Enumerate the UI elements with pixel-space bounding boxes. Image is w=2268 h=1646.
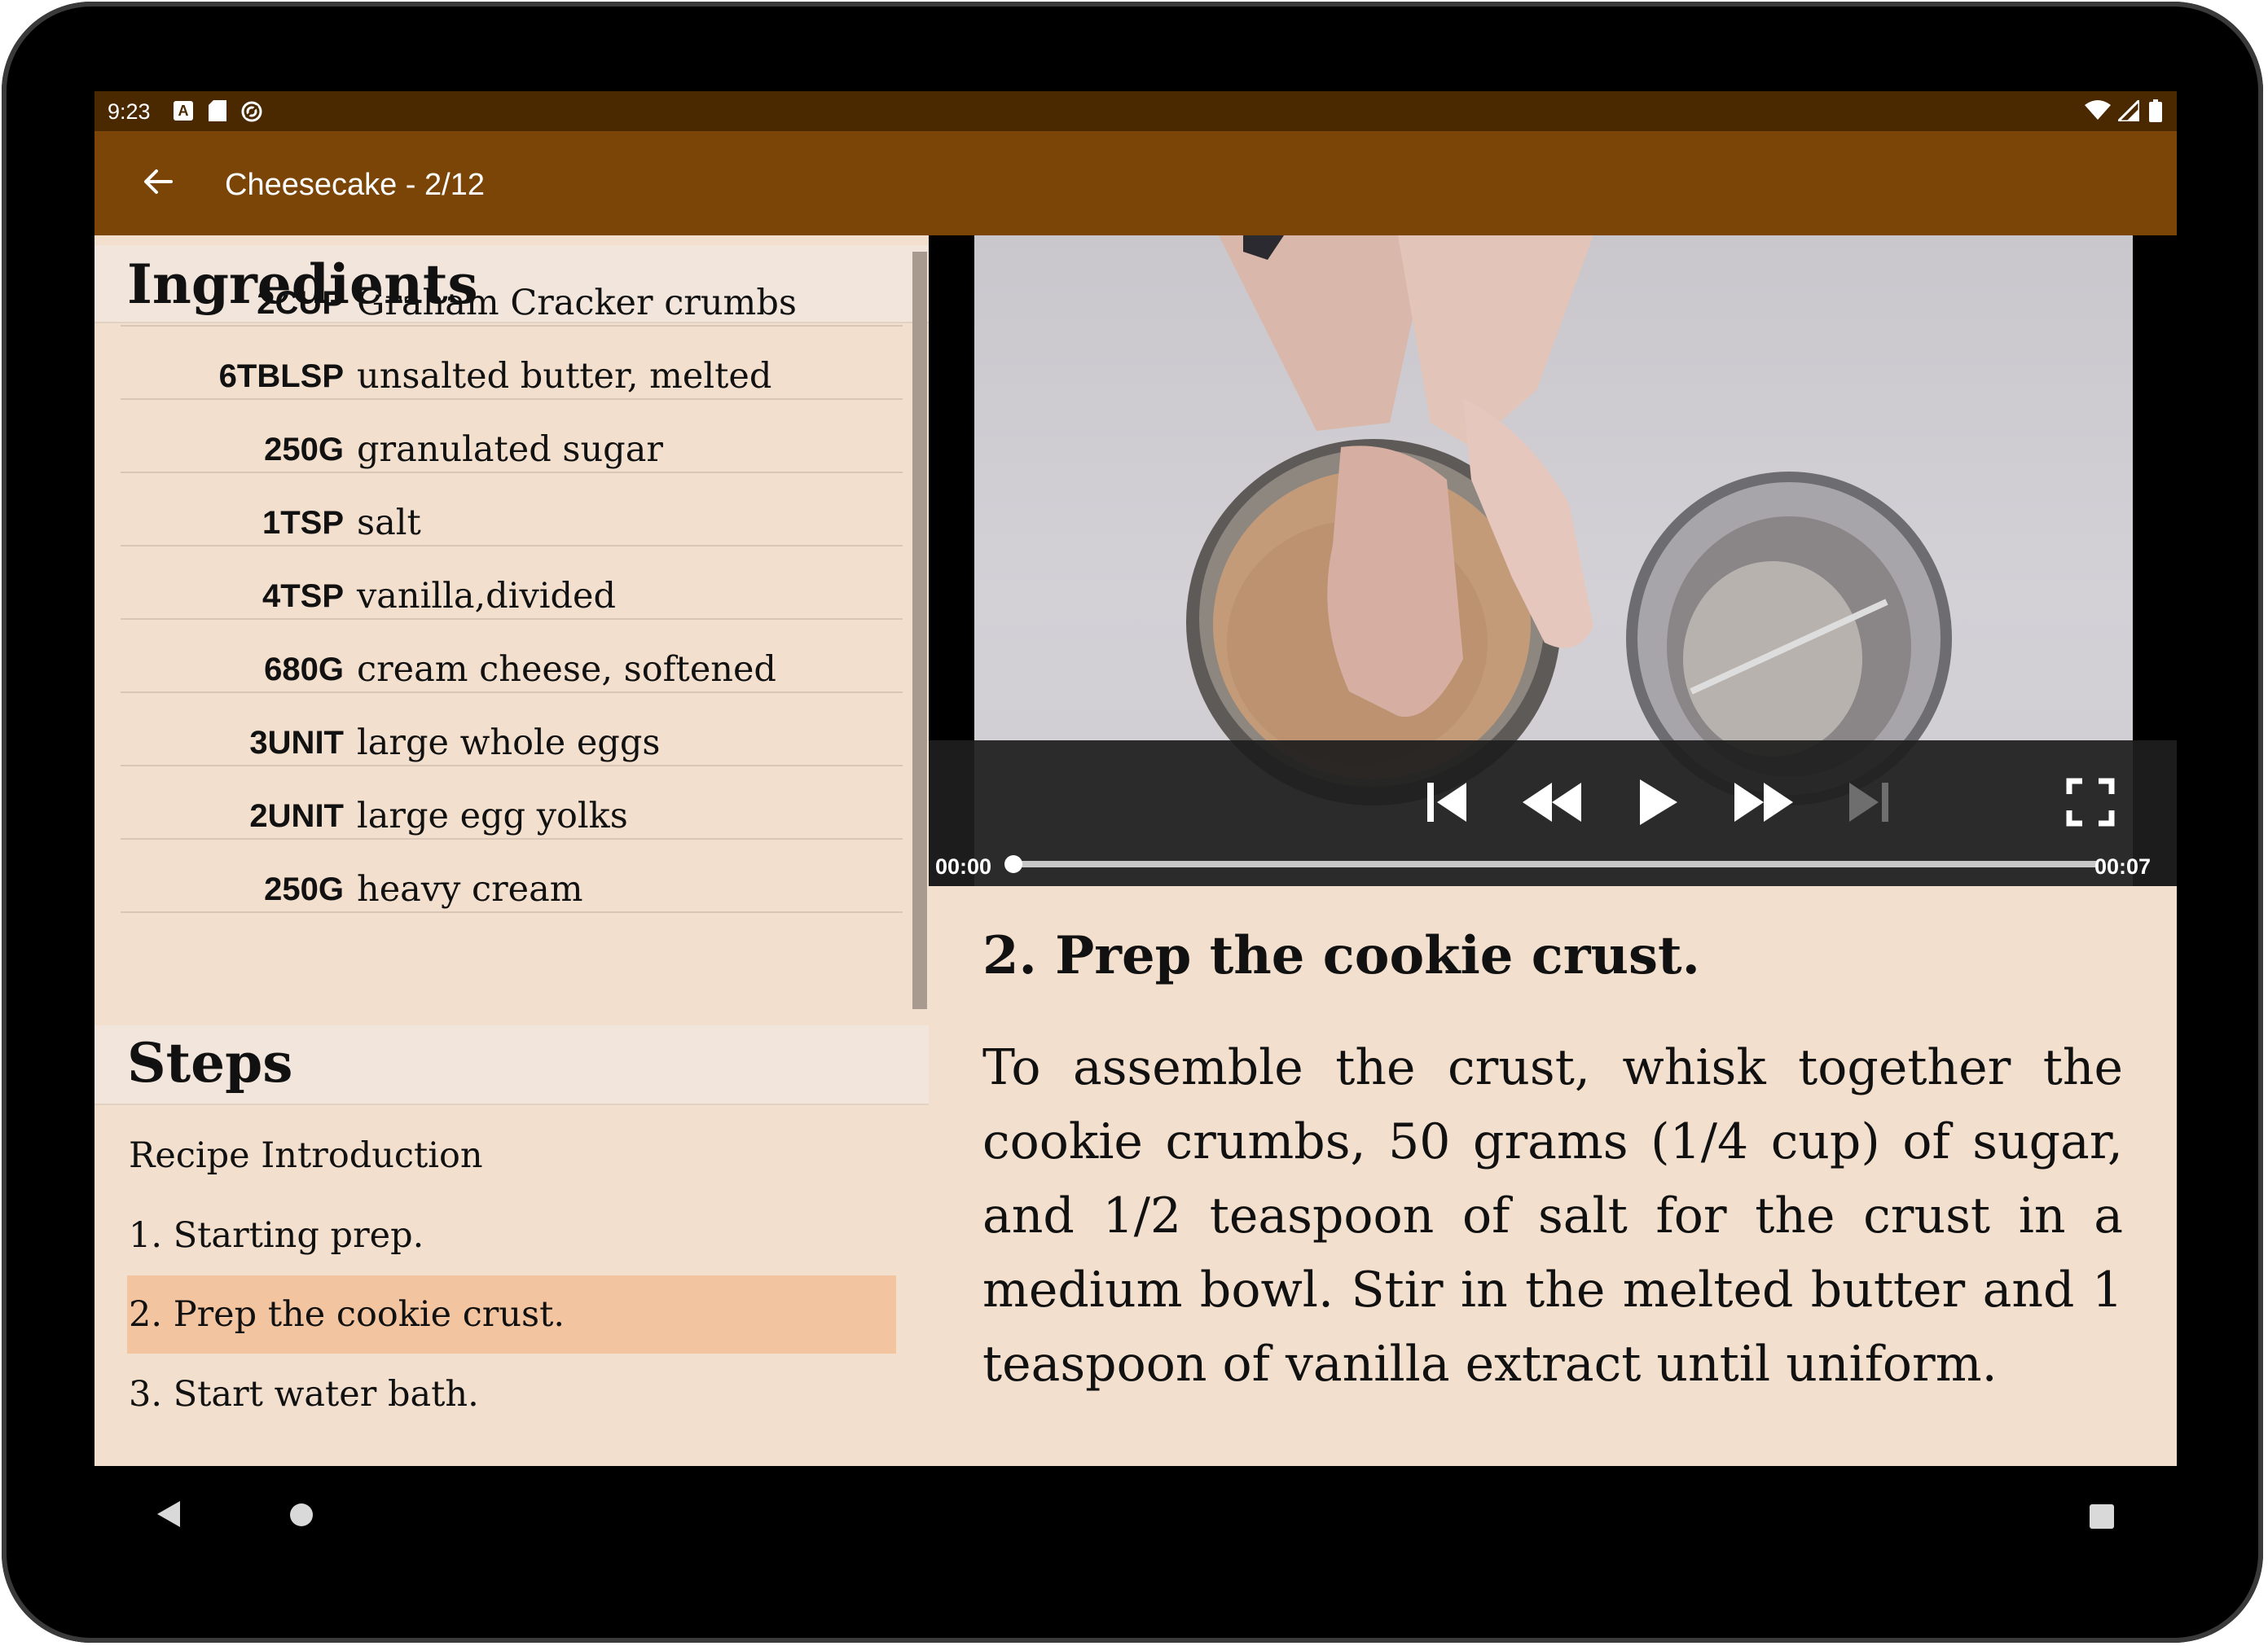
step-item-2-selected[interactable]: 2. Prep the cookie crust.	[127, 1275, 896, 1354]
current-time: 00:00	[935, 854, 992, 879]
ingredient-row: 6TBLSP unsalted butter, melted	[121, 327, 903, 400]
ingredient-row: 1TSP salt	[121, 473, 903, 546]
ingredient-row: 250G granulated sugar	[121, 400, 903, 473]
player-controls: 00:00 00:07	[929, 740, 2177, 886]
sd-card-icon	[209, 100, 226, 125]
wifi-icon	[2085, 100, 2112, 125]
video-player[interactable]: 00:00 00:07	[929, 235, 2177, 886]
ingredient-quantity: 250G	[264, 871, 344, 907]
ingredient-quantity: 4TSP	[262, 578, 344, 614]
ingredient-name: vanilla,divided	[357, 576, 617, 617]
sync-icon	[240, 99, 264, 128]
app-bar: Cheesecake - 2/12	[94, 131, 2177, 235]
fast-forward-icon	[1733, 781, 1795, 827]
ingredient-name: salt	[357, 503, 421, 543]
skip-next-icon	[1844, 779, 1893, 829]
steps-heading: Steps	[127, 1031, 293, 1095]
duration-time: 00:07	[2094, 854, 2151, 879]
skip-next-button[interactable]	[1836, 771, 1901, 836]
nav-back-icon[interactable]	[156, 1499, 182, 1533]
ingredient-name: large egg yolks	[357, 796, 628, 836]
ingredient-row: 2UNIT large egg yolks	[121, 766, 903, 840]
ingredient-row: 680G cream cheese, softened	[121, 620, 903, 693]
seek-bar[interactable]	[1013, 861, 2097, 867]
play-button[interactable]	[1625, 771, 1690, 836]
ingredient-name: granulated sugar	[357, 429, 663, 470]
ingredient-quantity: 2CUP	[257, 285, 344, 321]
back-button[interactable]	[127, 152, 189, 214]
fullscreen-button[interactable]	[2058, 771, 2123, 836]
step-item-3[interactable]: 3. Start water bath.	[127, 1355, 896, 1433]
arrow-back-icon	[142, 165, 174, 202]
step-item-1[interactable]: 1. Starting prep.	[127, 1196, 896, 1275]
step-item-intro[interactable]: Recipe Introduction	[127, 1117, 896, 1195]
ingredient-row: 4TSP vanilla,divided	[121, 546, 903, 620]
fast-forward-button[interactable]	[1731, 771, 1796, 836]
ingredient-quantity: 1TSP	[262, 505, 344, 541]
ingredient-quantity: 2UNIT	[249, 798, 344, 834]
status-time: 9:23	[108, 99, 151, 124]
page-title: Cheesecake - 2/12	[225, 168, 485, 202]
ingredient-row: 2CUP Graham Cracker crumbs	[121, 253, 903, 327]
nav-recents-icon[interactable]	[2090, 1504, 2114, 1533]
ingredient-quantity: 250G	[264, 432, 344, 467]
ingredient-quantity: 3UNIT	[249, 725, 344, 761]
navigation-bar	[94, 1466, 2177, 1562]
rewind-button[interactable]	[1519, 771, 1585, 836]
steps-header: Steps	[94, 1025, 929, 1105]
step-detail: 2. Prep the cookie crust. To assemble th…	[929, 886, 2177, 1466]
screen: 9:23 A Cheesecake - 2/12 Ingredients 2CU…	[94, 91, 2177, 1466]
ingredients-scrollbar[interactable]	[912, 252, 927, 1009]
rewind-icon	[1521, 781, 1583, 827]
nav-home-icon[interactable]	[289, 1503, 314, 1531]
ingredient-quantity: 680G	[264, 652, 344, 687]
battery-icon	[2149, 99, 2162, 126]
status-right-icons	[2085, 97, 2162, 126]
ingredient-name: heavy cream	[357, 869, 583, 910]
ingredient-quantity: 6TBLSP	[218, 358, 344, 394]
ingredient-row: 3UNIT large whole eggs	[121, 693, 903, 766]
recipe-sidebar: Ingredients 2CUP Graham Cracker crumbs 6…	[94, 235, 929, 1466]
play-icon	[1635, 778, 1681, 831]
ingredient-name: Graham Cracker crumbs	[357, 283, 797, 323]
step-title: 2. Prep the cookie crust.	[982, 925, 1700, 986]
ingredient-row: 250G heavy cream	[121, 840, 903, 913]
cell-signal-icon	[2114, 97, 2141, 125]
seek-thumb[interactable]	[1004, 855, 1022, 873]
tablet-frame: 9:23 A Cheesecake - 2/12 Ingredients 2CU…	[2, 2, 2263, 1643]
skip-previous-button[interactable]	[1414, 771, 1479, 836]
ingredient-name: unsalted butter, melted	[357, 356, 772, 397]
status-bar: 9:23 A	[94, 91, 2177, 131]
a-notification-icon: A	[174, 101, 193, 121]
skip-previous-icon	[1422, 779, 1471, 829]
step-description: To assemble the crust, whisk together th…	[982, 1039, 2123, 1393]
fullscreen-icon	[2066, 778, 2115, 831]
ingredient-name: large whole eggs	[357, 722, 661, 763]
ingredient-name: cream cheese, softened	[357, 649, 776, 690]
